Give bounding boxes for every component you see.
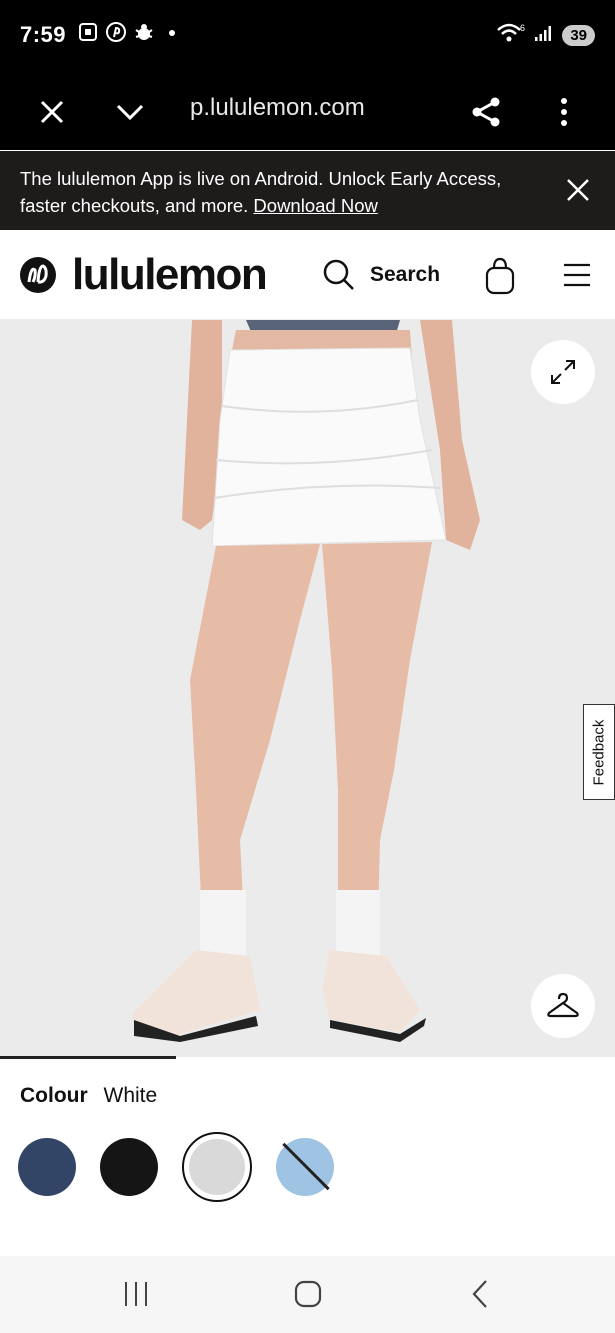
feedback-label: Feedback [590,719,608,785]
feedback-tab[interactable]: Feedback [583,704,615,800]
system-navigation-bar [0,1256,615,1333]
share-button[interactable] [466,92,506,132]
brand-wordmark[interactable]: lululemon [72,250,268,300]
signal-icon [534,24,554,47]
colour-label: Colour [20,1084,88,1107]
wifi-icon: 6 [496,22,526,49]
share-icon [472,97,500,127]
banner-text: The lululemon App is live on Android. Un… [20,165,540,219]
status-time: 7:59 [20,22,67,47]
back-button[interactable] [460,1278,500,1310]
recent-apps-button[interactable] [116,1278,156,1310]
hanger-icon [547,992,579,1018]
search-icon [323,259,354,290]
close-tab-button[interactable] [32,92,72,132]
chevron-down-icon [116,104,144,121]
dot-icon [162,22,182,44]
minimize-button[interactable] [110,92,150,132]
svg-text:6: 6 [520,23,525,33]
status-bar: 7:59 6 39 [0,0,615,72]
swatch-navy[interactable] [18,1138,76,1196]
status-right: 6 39 [496,22,595,49]
banner-close-button[interactable] [565,177,591,203]
download-now-link[interactable]: Download Now [253,195,377,216]
app-promo-banner: The lululemon App is live on Android. Un… [0,151,615,230]
close-icon [567,179,589,201]
home-button[interactable] [288,1278,328,1310]
colour-value: White [103,1084,158,1107]
image-carousel-indicator [0,1056,176,1059]
product-image[interactable]: Feedback [0,320,615,1057]
fitting-room-button[interactable] [531,974,595,1038]
site-header: lululemon Search [0,230,615,320]
swatch-light-blue[interactable] [276,1138,334,1196]
colour-selection: Colour White [20,1084,157,1108]
browser-toolbar: p.lululemon.com [0,72,615,150]
home-icon [294,1280,322,1308]
back-icon [472,1280,487,1308]
battery-indicator: 39 [562,25,595,46]
screenshot-icon [78,22,98,44]
swatch-white[interactable] [182,1132,252,1202]
expand-image-button[interactable] [531,340,595,404]
pinterest-icon [106,22,126,44]
more-options-button[interactable] [544,92,584,132]
lululemon-logo-icon[interactable] [19,256,57,294]
close-icon [40,100,64,124]
more-vertical-icon [561,98,567,126]
swatch-black[interactable] [100,1138,158,1196]
expand-icon [551,360,575,384]
colour-swatches [18,1132,334,1202]
search-button[interactable]: Search [322,258,440,292]
search-label: Search [370,263,441,286]
notification-icons [78,22,182,44]
url-bar[interactable]: p.lululemon.com [190,94,365,122]
product-photo [0,320,615,1057]
hamburger-menu-icon[interactable] [562,260,592,290]
shopping-bag-icon[interactable] [484,256,516,296]
recent-apps-icon [125,1282,147,1306]
bug-icon [134,22,154,44]
